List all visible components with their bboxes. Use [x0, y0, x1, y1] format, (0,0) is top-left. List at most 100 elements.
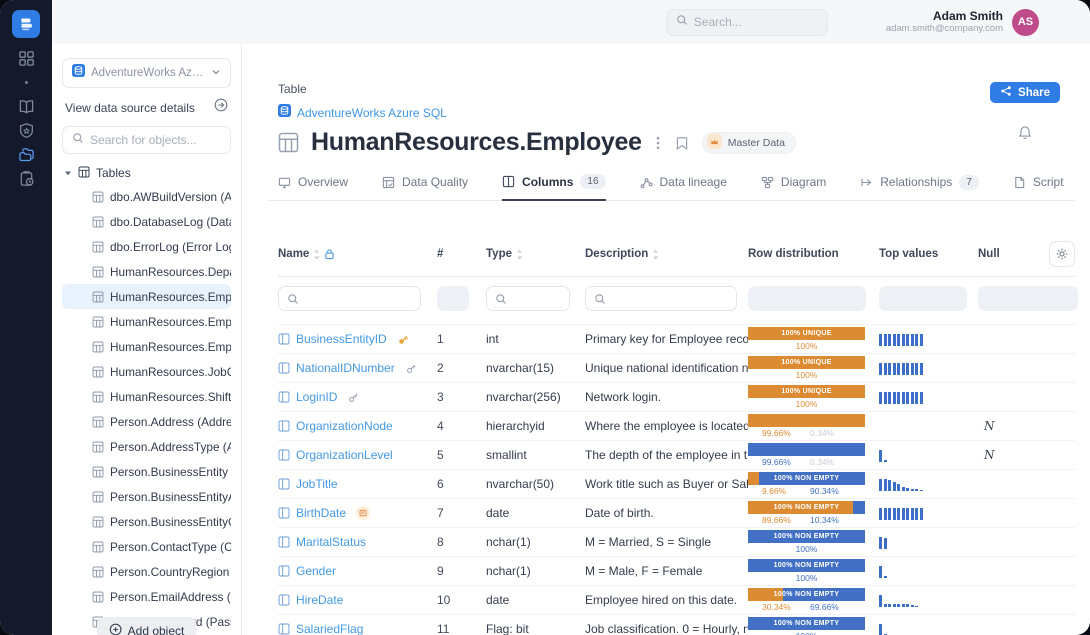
- bookmark-icon[interactable]: [674, 134, 690, 152]
- distribution-label: 100% NON EMPTY: [748, 501, 865, 514]
- filter-text-input[interactable]: [304, 293, 412, 305]
- folders-icon[interactable]: [0, 142, 52, 166]
- column-header-label: Null: [978, 248, 1000, 260]
- app-window: Adam Smith adam.smith@company.com AS Adv…: [0, 0, 1090, 635]
- column-header-label: Type: [486, 248, 512, 260]
- distribution-percent-label: 100%: [796, 399, 818, 409]
- histogram-bar: [888, 334, 891, 346]
- kebab-menu-icon[interactable]: [654, 134, 662, 152]
- tab-data-quality[interactable]: Data Quality: [382, 169, 468, 200]
- lineage-icon: [640, 176, 653, 189]
- tab-relationships[interactable]: Relationships7: [860, 169, 979, 200]
- column-header-name[interactable]: Name: [278, 248, 437, 260]
- histogram-bar: [884, 392, 887, 404]
- arrow-circle-right-icon[interactable]: [214, 98, 228, 117]
- column-header-label: Name: [278, 248, 309, 260]
- sidebar-item-person-businessentity-busi-[interactable]: Person.BusinessEntity (Busi...: [62, 459, 231, 484]
- object-search-input[interactable]: [90, 133, 221, 147]
- filter-text-input[interactable]: [512, 293, 561, 305]
- column-name-link[interactable]: SalariedFlag: [296, 622, 363, 635]
- tree-item-label: HumanResources.JobCandi...: [110, 365, 231, 379]
- sort-icon[interactable]: [516, 249, 523, 260]
- table-row: HireDate10dateEmployee hired on this dat…: [278, 586, 1075, 615]
- column-name-link[interactable]: MaritalStatus: [296, 535, 366, 549]
- column-name-link[interactable]: OrganizationLevel: [296, 448, 393, 462]
- sidebar-item-humanresources-employee-[interactable]: HumanResources.Employee...: [62, 334, 231, 359]
- column-name-link[interactable]: BusinessEntityID: [296, 332, 387, 346]
- table-icon: [92, 416, 104, 428]
- tab-count-badge: 7: [959, 175, 979, 190]
- global-search-input[interactable]: [694, 15, 818, 29]
- sidebar-item-person-businessentityaddre-[interactable]: Person.BusinessEntityAddre...: [62, 484, 231, 509]
- view-data-source-details-link[interactable]: View data source details: [65, 101, 195, 115]
- tab-script[interactable]: Script: [1013, 169, 1064, 200]
- column-name-link[interactable]: JobTitle: [296, 477, 338, 491]
- filter-text-input[interactable]: [611, 293, 728, 305]
- sidebar-item-person-businessentityconta-[interactable]: Person.BusinessEntityConta...: [62, 509, 231, 534]
- shield-star-icon[interactable]: [0, 118, 52, 142]
- share-button[interactable]: Share: [990, 82, 1060, 103]
- search-icon: [495, 293, 507, 305]
- table-settings-button[interactable]: [1049, 241, 1075, 267]
- sidebar-item-humanresources-jobcandi-[interactable]: HumanResources.JobCandi...: [62, 359, 231, 384]
- add-object-button[interactable]: Add object: [97, 617, 197, 635]
- sidebar-item-person-contacttype-conta-[interactable]: Person.ContactType (Conta...: [62, 534, 231, 559]
- sidebar-item-person-addresstype-addre-[interactable]: Person.AddressType (Addre...: [62, 434, 231, 459]
- tab-columns[interactable]: Columns16: [502, 169, 605, 201]
- column-type: smallint: [486, 448, 585, 462]
- sort-icon[interactable]: [313, 249, 320, 260]
- breadcrumb-link[interactable]: AdventureWorks Azure SQL: [297, 106, 447, 120]
- sidebar-item-dbo-errorlog-error-log-[interactable]: dbo.ErrorLog (Error Log): [62, 234, 231, 259]
- column-name-link[interactable]: BirthDate: [296, 506, 346, 520]
- tree-root-tables[interactable]: Tables: [62, 162, 231, 184]
- distribution-label: 100% NON EMPTY: [748, 617, 865, 630]
- column-header-type[interactable]: Type: [486, 248, 585, 260]
- distribution-percentages: 99.66%0.34%: [748, 428, 865, 438]
- app-logo[interactable]: [12, 10, 40, 38]
- sidebar-item-humanresources-departme-[interactable]: HumanResources.Departme...: [62, 259, 231, 284]
- column-header-description[interactable]: Description: [585, 248, 748, 260]
- table-icon: [92, 291, 104, 303]
- sidebar-item-humanresources-employee-[interactable]: HumanResources.Employee...: [62, 309, 231, 334]
- top-values-histogram: [879, 536, 978, 549]
- tab-overview[interactable]: Overview: [278, 169, 348, 200]
- global-search[interactable]: [666, 9, 828, 36]
- user-menu[interactable]: Adam Smith adam.smith@company.com: [886, 9, 1003, 35]
- clipboard-clock-icon[interactable]: [0, 166, 52, 190]
- tag-master-data[interactable]: Master Data: [702, 132, 796, 154]
- sort-icon[interactable]: [652, 249, 659, 260]
- book-icon[interactable]: [0, 94, 52, 118]
- sidebar-item-dbo-databaselog-database-[interactable]: dbo.DatabaseLog (Database...: [62, 209, 231, 234]
- sidebar-item-dbo-awbuildversion-aws-b-[interactable]: dbo.AWBuildVersion (AWS B...: [62, 184, 231, 209]
- column-filter-input[interactable]: [278, 286, 421, 311]
- column-filter-input[interactable]: [486, 286, 570, 311]
- sidebar-item-humanresources-employee-[interactable]: HumanResources.Employee ...: [62, 284, 231, 309]
- bell-icon[interactable]: [1018, 125, 1032, 140]
- histogram-bar: [906, 488, 909, 491]
- histogram-bar: [915, 363, 918, 375]
- avatar[interactable]: AS: [1012, 9, 1039, 36]
- column-name-link[interactable]: HireDate: [296, 593, 343, 607]
- master-data-icon: [707, 134, 722, 152]
- column-filter-input[interactable]: [585, 286, 737, 311]
- data-source-selector[interactable]: AdventureWorks Azure SQL: [62, 58, 231, 88]
- distribution-label: 100% NON EMPTY: [748, 472, 865, 485]
- object-search[interactable]: [62, 126, 231, 154]
- histogram-bar: [920, 334, 923, 346]
- column-name-link[interactable]: Gender: [296, 564, 336, 578]
- sidebar-item-person-countryregion-cou-[interactable]: Person.CountryRegion (Cou...: [62, 559, 231, 584]
- histogram-bar: [888, 604, 891, 607]
- tab-diagram[interactable]: Diagram: [761, 169, 826, 200]
- distribution-segment-blue: [748, 443, 865, 456]
- sidebar-item-humanresources-shift-shift-[interactable]: HumanResources.Shift (Shift): [62, 384, 231, 409]
- column-name-link[interactable]: LoginID: [296, 390, 337, 404]
- distribution-percent-label: 100%: [796, 573, 818, 583]
- column-name-link[interactable]: OrganizationNode: [296, 419, 393, 433]
- sidebar-item-person-address-address-[interactable]: Person.Address (Address): [62, 409, 231, 434]
- dashboard-icon[interactable]: [0, 46, 52, 70]
- tab-data-lineage[interactable]: Data lineage: [640, 169, 727, 200]
- row-distribution-cell: 100% UNIQUE100%: [748, 327, 865, 351]
- histogram-bar: [902, 604, 905, 607]
- column-name-link[interactable]: NationalIDNumber: [296, 361, 395, 375]
- sidebar-item-person-emailaddress-email-[interactable]: Person.EmailAddress (Email ...: [62, 584, 231, 609]
